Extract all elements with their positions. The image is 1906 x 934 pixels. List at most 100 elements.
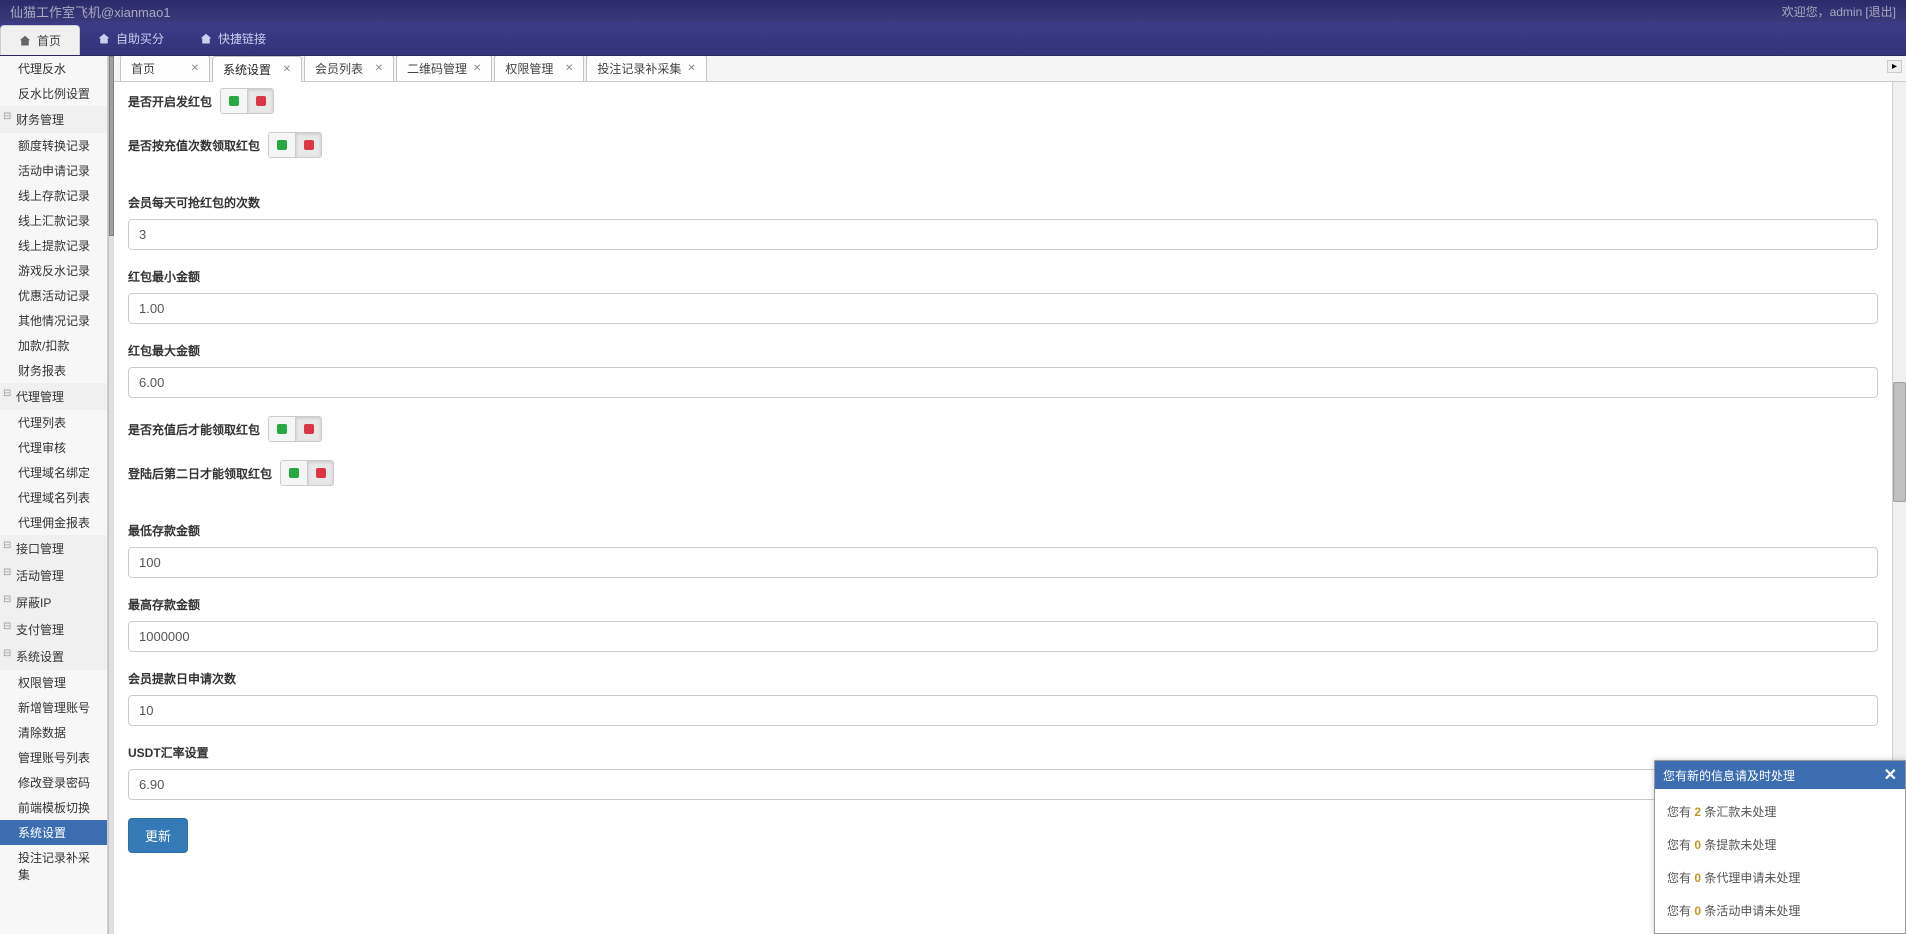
label-toggle2: 是否按充值次数领取红包 bbox=[128, 137, 260, 154]
input-usdt[interactable] bbox=[128, 769, 1878, 800]
sidebar-item[interactable]: 反水比例设置 bbox=[0, 81, 107, 106]
topbar: 仙猫工作室飞机@xianmao1 欢迎您，admin [退出] bbox=[0, 0, 1906, 22]
toggle-by-recharge[interactable] bbox=[268, 132, 322, 158]
sidebar-section-head[interactable]: 支付管理 bbox=[0, 616, 107, 643]
sidebar-item[interactable]: 线上汇款记录 bbox=[0, 208, 107, 233]
toggle-on[interactable] bbox=[269, 133, 295, 157]
row-submit: 更新 bbox=[128, 818, 1878, 853]
brand: 仙猫工作室飞机@xianmao1 bbox=[10, 2, 171, 21]
menu-tab-quick-links[interactable]: 快捷链接 bbox=[182, 22, 284, 55]
sidebar-item[interactable]: 投注记录补采集 bbox=[0, 845, 107, 887]
notification-panel: 您有新的信息请及时处理 ✕ 您有 2 条汇款未处理您有 0 条提款未处理您有 0… bbox=[1654, 760, 1906, 934]
document-tab[interactable]: 权限管理 ✕ bbox=[494, 56, 584, 81]
dot-red-icon bbox=[304, 140, 314, 150]
toggle-redpacket[interactable] bbox=[220, 88, 274, 114]
sidebar-item[interactable]: 额度转换记录 bbox=[0, 133, 107, 158]
toggle-off[interactable] bbox=[247, 89, 273, 113]
notification-item[interactable]: 您有 0 条提款未处理 bbox=[1665, 828, 1895, 861]
sidebar-item[interactable]: 代理列表 bbox=[0, 410, 107, 435]
close-icon[interactable]: ✕ bbox=[473, 63, 481, 74]
tab-scroll-right[interactable]: ▸ bbox=[1887, 60, 1902, 73]
sidebar-item[interactable]: 财务报表 bbox=[0, 358, 107, 383]
tab-label: 首页 bbox=[131, 60, 155, 77]
input-min-deposit[interactable] bbox=[128, 547, 1878, 578]
document-tab[interactable]: 系统设置✕ bbox=[212, 56, 302, 82]
dot-green-icon bbox=[277, 140, 287, 150]
input-daily-count[interactable] bbox=[128, 219, 1878, 250]
logout-link[interactable]: [退出] bbox=[1865, 5, 1896, 19]
toggle-off[interactable] bbox=[295, 417, 321, 441]
sidebar-item[interactable]: 代理域名绑定 bbox=[0, 460, 107, 485]
document-tab[interactable]: 二维码管理✕ bbox=[396, 56, 492, 81]
toggle-on[interactable] bbox=[221, 89, 247, 113]
notification-item[interactable]: 您有 0 条代理申请未处理 bbox=[1665, 861, 1895, 894]
input-max-deposit[interactable] bbox=[128, 621, 1878, 652]
document-tab[interactable]: 首页 ✕ bbox=[120, 56, 210, 81]
sidebar-item[interactable]: 新增管理账号 bbox=[0, 695, 107, 720]
sidebar-section-head[interactable]: 财务管理 bbox=[0, 106, 107, 133]
sidebar-item[interactable]: 清除数据 bbox=[0, 720, 107, 745]
label-toggle1: 是否开启发红包 bbox=[128, 93, 212, 110]
toggle-on[interactable] bbox=[281, 461, 307, 485]
document-tab[interactable]: 会员列表 ✕ bbox=[304, 56, 394, 81]
row-toggle-after-recharge: 是否充值后才能领取红包 bbox=[128, 416, 1878, 442]
toggle-off[interactable] bbox=[307, 461, 333, 485]
submit-button[interactable]: 更新 bbox=[128, 818, 188, 853]
sidebar-item[interactable]: 游戏反水记录 bbox=[0, 258, 107, 283]
input-min-amount[interactable] bbox=[128, 293, 1878, 324]
toggle-on[interactable] bbox=[269, 417, 295, 441]
sidebar-section-head[interactable]: 接口管理 bbox=[0, 535, 107, 562]
label-daily-count: 会员每天可抢红包的次数 bbox=[128, 194, 1878, 211]
tab-label: 会员列表 bbox=[315, 60, 363, 77]
notification-title: 您有新的信息请及时处理 bbox=[1663, 767, 1795, 784]
content-panel: 是否开启发红包 是否按充值次数领取红包 会员每天可抢红包的次数 bbox=[114, 82, 1892, 934]
toggle-off[interactable] bbox=[295, 133, 321, 157]
input-withdraw-times[interactable] bbox=[128, 695, 1878, 726]
notification-item[interactable]: 您有 0 条活动申请未处理 bbox=[1665, 894, 1895, 927]
sidebar-item[interactable]: 修改登录密码 bbox=[0, 770, 107, 795]
sidebar-section-head[interactable]: 系统设置 bbox=[0, 643, 107, 670]
sidebar-item[interactable]: 系统设置 bbox=[0, 820, 107, 845]
toggle-next-day[interactable] bbox=[280, 460, 334, 486]
sidebar-item[interactable]: 加款/扣款 bbox=[0, 333, 107, 358]
sidebar-item[interactable]: 代理审核 bbox=[0, 435, 107, 460]
sidebar-item[interactable]: 代理域名列表 bbox=[0, 485, 107, 510]
home-icon bbox=[200, 33, 212, 45]
close-icon[interactable]: ✕ bbox=[687, 63, 695, 74]
dot-red-icon bbox=[256, 96, 266, 106]
row-min-amount: 红包最小金额 bbox=[128, 268, 1878, 324]
close-icon[interactable]: ✕ bbox=[565, 63, 573, 74]
notification-body: 您有 2 条汇款未处理您有 0 条提款未处理您有 0 条代理申请未处理您有 0 … bbox=[1655, 789, 1905, 933]
sidebar-item[interactable]: 前端模板切换 bbox=[0, 795, 107, 820]
sidebar-item[interactable]: 线上提款记录 bbox=[0, 233, 107, 258]
sidebar-item[interactable]: 权限管理 bbox=[0, 670, 107, 695]
sidebar-item[interactable]: 优惠活动记录 bbox=[0, 283, 107, 308]
input-max-amount[interactable] bbox=[128, 367, 1878, 398]
sidebar-item[interactable]: 代理反水 bbox=[0, 56, 107, 81]
sidebar-item[interactable]: 活动申请记录 bbox=[0, 158, 107, 183]
toggle-after-recharge[interactable] bbox=[268, 416, 322, 442]
dot-green-icon bbox=[229, 96, 239, 106]
notification-item[interactable]: 您有 2 条汇款未处理 bbox=[1665, 795, 1895, 828]
close-icon[interactable]: ✕ bbox=[283, 64, 291, 75]
dot-green-icon bbox=[277, 424, 287, 434]
document-tab[interactable]: 投注记录补采集✕ bbox=[586, 56, 706, 81]
sidebar-section-head[interactable]: 活动管理 bbox=[0, 562, 107, 589]
close-icon[interactable]: ✕ bbox=[191, 63, 199, 74]
sidebar-section-head[interactable]: 屏蔽IP bbox=[0, 589, 107, 616]
close-icon[interactable]: ✕ bbox=[375, 63, 383, 74]
label-min-deposit: 最低存款金额 bbox=[128, 522, 1878, 539]
close-icon[interactable]: ✕ bbox=[1884, 765, 1897, 785]
sidebar-section-head[interactable]: 代理管理 bbox=[0, 383, 107, 410]
sidebar-item[interactable]: 管理账号列表 bbox=[0, 745, 107, 770]
sidebar-item[interactable]: 其他情况记录 bbox=[0, 308, 107, 333]
sidebar-item[interactable]: 线上存款记录 bbox=[0, 183, 107, 208]
label-toggle4: 登陆后第二日才能领取红包 bbox=[128, 465, 272, 482]
label-max-amount: 红包最大金额 bbox=[128, 342, 1878, 359]
sidebar-item[interactable]: 代理佣金报表 bbox=[0, 510, 107, 535]
scroll-thumb[interactable] bbox=[1893, 382, 1906, 502]
tab-label: 权限管理 bbox=[505, 60, 553, 77]
menu-tab-self-buy[interactable]: 自助买分 bbox=[80, 22, 182, 55]
dot-red-icon bbox=[304, 424, 314, 434]
menu-tab-home[interactable]: 首页 bbox=[0, 25, 80, 55]
